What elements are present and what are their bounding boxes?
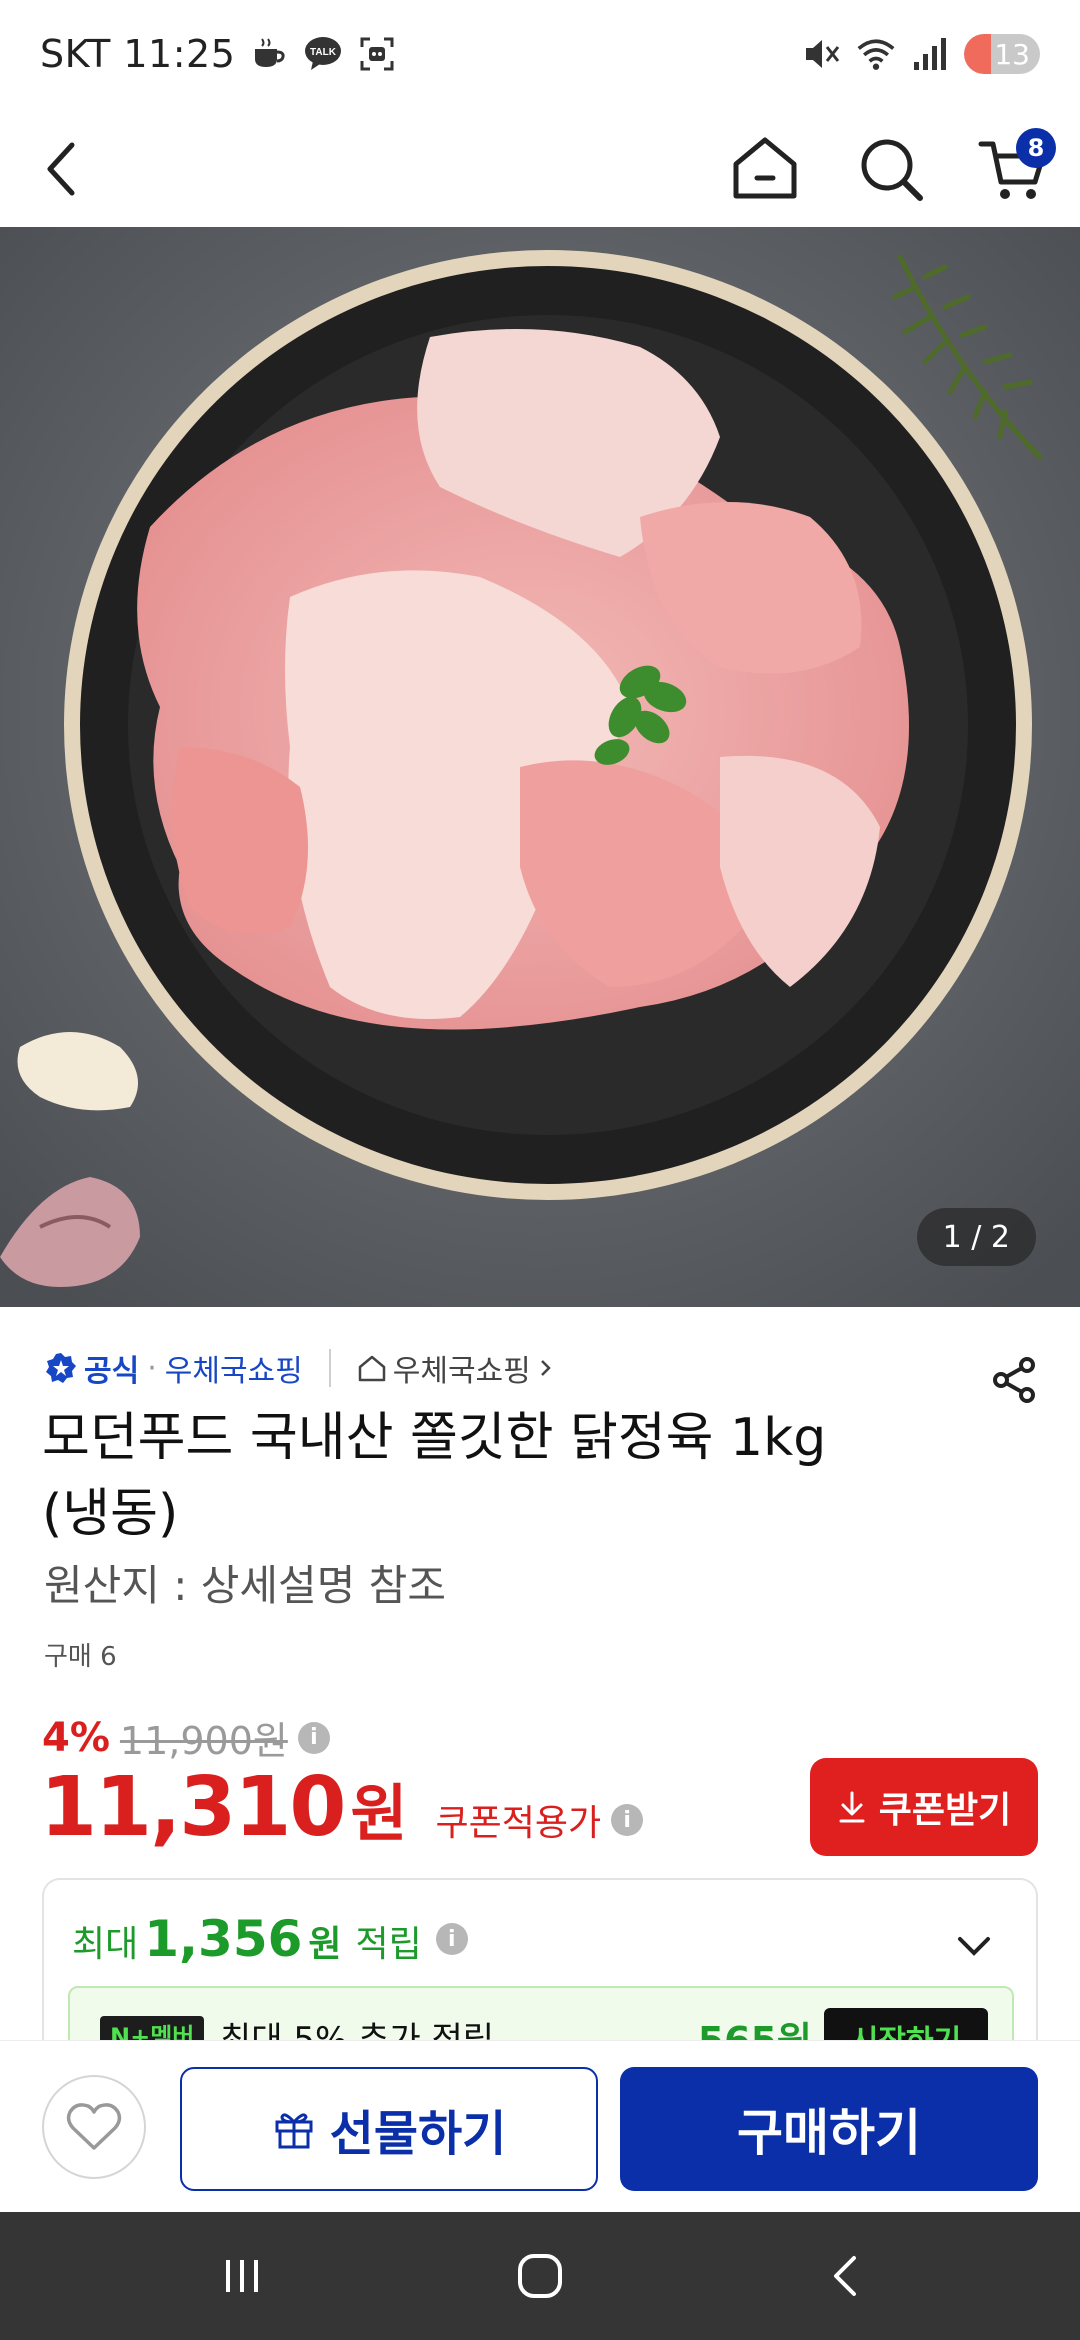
coupon-price-text: 쿠폰적용가: [435, 1803, 602, 1844]
sale-price: 11,310: [40, 1760, 346, 1855]
gift-icon: [275, 2113, 313, 2149]
back-button[interactable]: [18, 124, 108, 214]
chevron-down-icon[interactable]: [952, 1924, 996, 1968]
app-header: 8: [0, 110, 1080, 227]
divider: [328, 1349, 331, 1387]
wifi-icon: [856, 34, 896, 74]
reward-amount: 1,356: [144, 1910, 303, 1968]
discount-row: 4% 11,900원 i: [42, 1710, 330, 1765]
recent-apps-icon: [226, 2260, 258, 2292]
back-nav-button[interactable]: [806, 2242, 886, 2310]
origin-info: 원산지 : 상세설명 참조: [44, 1561, 446, 1610]
reward-unit: 원: [308, 1924, 342, 1965]
get-coupon-label: 쿠폰받기: [878, 1790, 1012, 1831]
mute-icon: [802, 34, 842, 74]
dot-separator: ·: [147, 1350, 157, 1386]
reward-suffix: 적립: [355, 1924, 422, 1965]
status-bar: SKT 11:25 TALK 13: [0, 0, 1080, 110]
product-title: 모던푸드 국내산 쫄깃한 닭정육 1kg (냉동): [42, 1400, 942, 1552]
bottom-action-bar: 선물하기 구매하기: [0, 2040, 1080, 2212]
home-nav-button[interactable]: [500, 2242, 580, 2310]
product-title-line2: (냉동): [42, 1484, 179, 1544]
cart-count-badge: 8: [1016, 128, 1056, 168]
status-carrier-time: SKT 11:25: [40, 32, 236, 76]
price-row: 11,310 원 쿠폰적용가 i: [40, 1760, 644, 1855]
share-icon: [993, 1357, 1035, 1403]
back-arrow-icon: [47, 142, 75, 196]
seller-row: 공식 · 우체국쇼핑 우체국쇼핑: [44, 1346, 555, 1390]
store-link[interactable]: 우체국쇼핑: [357, 1346, 555, 1390]
screenshot-icon: [357, 34, 397, 74]
home-button[interactable]: [720, 124, 810, 214]
official-label: 공식: [84, 1354, 140, 1389]
store-home-icon: [358, 1355, 385, 1382]
download-icon: [839, 1791, 865, 1823]
get-coupon-button[interactable]: 쿠폰받기: [810, 1758, 1038, 1856]
search-button[interactable]: [846, 124, 936, 214]
signal-icon: [910, 34, 950, 74]
purchase-count: 구매 6: [44, 1642, 117, 1672]
info-icon[interactable]: i: [435, 1923, 468, 1955]
original-price: 11,900원: [119, 1719, 288, 1763]
gallery-page-indicator: 1 / 2: [916, 1208, 1036, 1266]
currency-unit: 원: [350, 1777, 408, 1850]
store-link-label: 우체국쇼핑: [392, 1354, 531, 1389]
product-title-line1: 모던푸드 국내산 쫄깃한 닭정육 1kg: [42, 1408, 827, 1468]
battery-level: 13: [994, 37, 1030, 71]
home-icon: [733, 137, 797, 199]
info-icon[interactable]: i: [297, 1721, 330, 1754]
system-navigation-bar: [0, 2212, 1080, 2340]
coupon-price-label: 쿠폰적용가 i: [435, 1794, 644, 1846]
product-photo: [0, 227, 1080, 1307]
discount-rate: 4%: [42, 1714, 110, 1761]
cart-button[interactable]: 8: [968, 124, 1058, 214]
back-nav-icon: [834, 2256, 856, 2296]
svg-text:TALK: TALK: [310, 47, 337, 58]
verified-star-icon: [46, 1353, 76, 1383]
seller-name-link[interactable]: 우체국쇼핑: [165, 1346, 303, 1390]
recent-apps-button[interactable]: [202, 2242, 282, 2310]
reward-summary: 최대 1,356 원 적립 i: [72, 1910, 468, 1968]
info-icon[interactable]: i: [611, 1804, 644, 1836]
official-badge: 공식: [44, 1346, 139, 1390]
heart-icon: [66, 2103, 122, 2150]
kakaotalk-icon: TALK: [303, 34, 343, 74]
search-icon: [861, 139, 923, 201]
buy-button[interactable]: 구매하기: [620, 2067, 1038, 2191]
product-image-gallery[interactable]: 1 / 2: [0, 227, 1080, 1307]
home-nav-icon: [518, 2254, 562, 2298]
battery-icon: 13: [964, 34, 1040, 74]
reward-prefix: 최대: [72, 1924, 139, 1965]
wishlist-button[interactable]: [42, 2075, 146, 2179]
coffee-icon: [249, 34, 289, 74]
share-button[interactable]: [984, 1350, 1044, 1410]
gift-label: 선물하기: [329, 2106, 507, 2162]
chevron-right-icon: [540, 1360, 551, 1376]
gift-button[interactable]: 선물하기: [180, 2067, 598, 2191]
